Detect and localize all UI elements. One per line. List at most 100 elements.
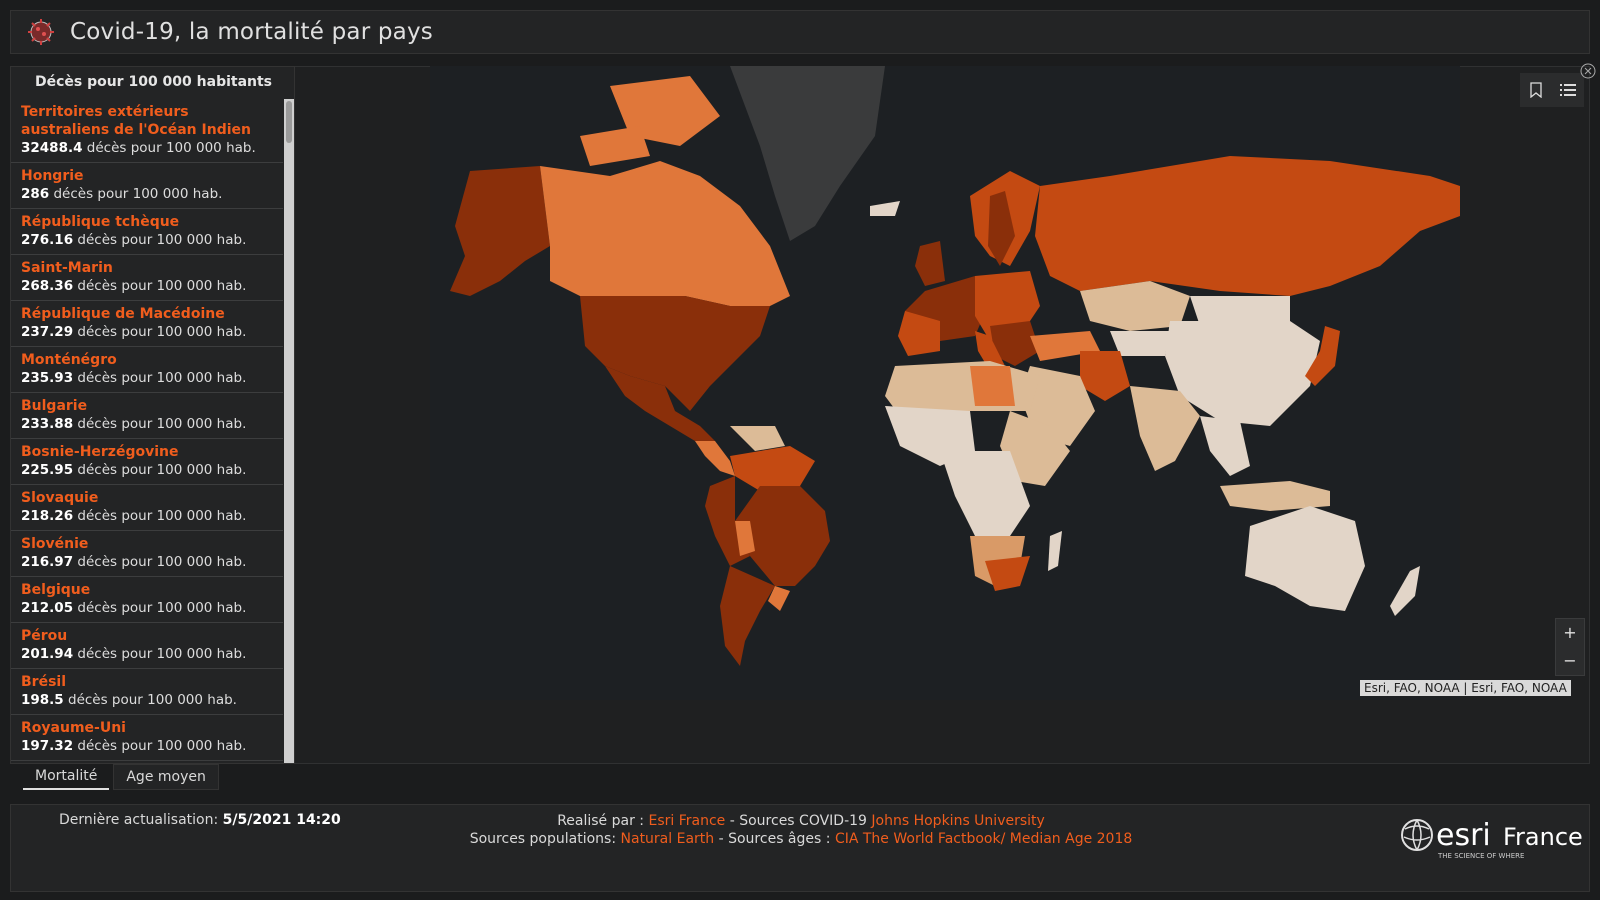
country-value: 225.95 décès pour 100 000 hab. bbox=[21, 461, 273, 479]
list-item[interactable]: Slovaquie 218.26 décès pour 100 000 hab. bbox=[11, 485, 283, 531]
value-number: 216.97 bbox=[21, 554, 74, 570]
value-number: 225.95 bbox=[21, 462, 74, 478]
natural-earth-link[interactable]: Natural Earth bbox=[621, 831, 715, 847]
value-number: 212.05 bbox=[21, 600, 74, 616]
value-unit: décès pour 100 000 hab. bbox=[73, 738, 247, 754]
value-unit: décès pour 100 000 hab. bbox=[73, 370, 247, 386]
value-number: 233.88 bbox=[21, 416, 74, 432]
sidebar-title: Décès pour 100 000 habitants bbox=[34, 74, 273, 90]
credit-age-label: - Sources âges : bbox=[714, 831, 831, 847]
list-item[interactable]: Saint-Marin 268.36 décès pour 100 000 hab… bbox=[11, 255, 283, 301]
map-attribution: Esri, FAO, NOAA | Esri, FAO, NOAA bbox=[1360, 680, 1571, 696]
list-item[interactable]: Bulgarie 233.88 décès pour 100 000 hab. bbox=[11, 393, 283, 439]
bookmark-button[interactable] bbox=[1520, 73, 1552, 107]
list-item[interactable]: République de Macédoine 237.29 décès pour… bbox=[11, 301, 283, 347]
country-value: 197.32 décès pour 100 000 hab. bbox=[21, 737, 273, 755]
logo-tagline: THE SCIENCE OF WHERE bbox=[1437, 852, 1524, 860]
list-item[interactable]: Bosnie-Herzégovine 225.95 décès pour 100 … bbox=[11, 439, 283, 485]
tab-mortalite[interactable]: Mortalité bbox=[23, 764, 110, 790]
logo-text: esri bbox=[1436, 818, 1491, 853]
country-name: Bosnie-Herzégovine bbox=[21, 444, 179, 460]
value-unit: décès pour 100 000 hab. bbox=[73, 554, 247, 570]
app-header: Covid-19, la mortalité par pays bbox=[10, 10, 1590, 54]
list-item[interactable]: République tchèque 276.16 décès pour 100 … bbox=[11, 209, 283, 255]
value-unit: décès pour 100 000 hab. bbox=[73, 416, 247, 432]
credit-made-by-label: Realisé par : bbox=[557, 813, 645, 829]
credit-covid-source-label: - Sources COVID-19 bbox=[725, 813, 867, 829]
list-item[interactable]: Territoires extérieurs australiens de l'… bbox=[11, 99, 283, 163]
list-item[interactable]: Royaume-Uni 197.32 décès pour 100 000 hab… bbox=[11, 715, 283, 761]
sidebar-scrollbar[interactable] bbox=[284, 99, 294, 763]
country-value: 201.94 décès pour 100 000 hab. bbox=[21, 645, 273, 663]
country-name: République de Macédoine bbox=[21, 306, 225, 322]
value-number: 268.36 bbox=[21, 278, 74, 294]
choropleth-map[interactable] bbox=[430, 66, 1460, 700]
country-value: 268.36 décès pour 100 000 hab. bbox=[21, 277, 273, 295]
value-number: 197.32 bbox=[21, 738, 74, 754]
value-unit: décès pour 100 000 hab. bbox=[73, 646, 247, 662]
zoom-out-button[interactable]: − bbox=[1556, 647, 1584, 675]
value-number: 286 bbox=[21, 186, 50, 202]
world-map[interactable] bbox=[430, 66, 1460, 700]
country-name: Royaume-Uni bbox=[21, 720, 126, 736]
list-item[interactable]: Hongrie 286 décès pour 100 000 hab. bbox=[11, 163, 283, 209]
country-value: 237.29 décès pour 100 000 hab. bbox=[21, 323, 273, 341]
country-name: Pérou bbox=[21, 628, 68, 644]
logo-country: France bbox=[1503, 823, 1583, 851]
value-unit: décès pour 100 000 hab. bbox=[73, 278, 247, 294]
map-tools bbox=[1520, 73, 1584, 107]
country-value: 218.26 décès pour 100 000 hab. bbox=[21, 507, 273, 525]
country-value: 212.05 décès pour 100 000 hab. bbox=[21, 599, 273, 617]
value-unit: décès pour 100 000 hab. bbox=[73, 232, 247, 248]
country-name: Territoires extérieurs australiens de l'… bbox=[21, 104, 251, 138]
value-number: 201.94 bbox=[21, 646, 74, 662]
value-number: 237.29 bbox=[21, 324, 74, 340]
list-item[interactable]: Pérou 201.94 décès pour 100 000 hab. bbox=[11, 623, 283, 669]
country-value: 198.5 décès pour 100 000 hab. bbox=[21, 691, 273, 709]
zoom-control: + − bbox=[1555, 618, 1585, 676]
scrollbar-thumb[interactable] bbox=[286, 101, 292, 143]
country-name: Monténégro bbox=[21, 352, 117, 368]
value-unit: décès pour 100 000 hab. bbox=[73, 508, 247, 524]
country-value: 286 décès pour 100 000 hab. bbox=[21, 185, 273, 203]
country-name: République tchèque bbox=[21, 214, 180, 230]
credit-population-label: Sources populations: bbox=[469, 831, 617, 847]
list-item[interactable]: Belgique 212.05 décès pour 100 000 hab. bbox=[11, 577, 283, 623]
value-unit: décès pour 100 000 hab. bbox=[49, 186, 223, 202]
country-name: Brésil bbox=[21, 674, 67, 690]
country-name: Bulgarie bbox=[21, 398, 88, 414]
value-number: 218.26 bbox=[21, 508, 74, 524]
value-unit: décès pour 100 000 hab. bbox=[73, 600, 247, 616]
value-unit: décès pour 100 000 hab. bbox=[73, 324, 247, 340]
country-name: Slovaquie bbox=[21, 490, 99, 506]
esri-france-logo: esri France THE SCIENCE OF WHERE bbox=[1401, 818, 1583, 860]
value-number: 276.16 bbox=[21, 232, 74, 248]
country-value: 233.88 décès pour 100 000 hab. bbox=[21, 415, 273, 433]
country-value: 235.93 décès pour 100 000 hab. bbox=[21, 369, 273, 387]
zoom-in-button[interactable]: + bbox=[1556, 619, 1584, 647]
country-name: Hongrie bbox=[21, 168, 84, 184]
list-item[interactable]: Monténégro 235.93 décès pour 100 000 hab. bbox=[11, 347, 283, 393]
country-name: Saint-Marin bbox=[21, 260, 113, 276]
ranking-sidebar: Décès pour 100 000 habitants Territoires… bbox=[10, 66, 295, 764]
value-number: 198.5 bbox=[21, 692, 64, 708]
country-value: 276.16 décès pour 100 000 hab. bbox=[21, 231, 273, 249]
value-number: 32488.4 bbox=[21, 140, 83, 156]
country-name: Belgique bbox=[21, 582, 91, 598]
value-unit: décès pour 100 000 hab. bbox=[63, 692, 237, 708]
esri-france-link[interactable]: Esri France bbox=[648, 813, 725, 829]
fullscreen-icon[interactable] bbox=[1580, 63, 1596, 79]
region-libya bbox=[970, 366, 1015, 406]
tab-age-moyen[interactable]: Age moyen bbox=[113, 764, 219, 790]
country-name: Slovénie bbox=[21, 536, 89, 552]
cia-factbook-link[interactable]: CIA The World Factbook/ Median Age 2018 bbox=[835, 831, 1132, 847]
credits: Realisé par : Esri France - Sources COVI… bbox=[11, 812, 1591, 848]
list-item[interactable]: Slovénie 216.97 décès pour 100 000 hab. bbox=[11, 531, 283, 577]
value-number: 235.93 bbox=[21, 370, 74, 386]
country-list[interactable]: Territoires extérieurs australiens de l'… bbox=[11, 99, 283, 763]
list-icon bbox=[1560, 84, 1576, 96]
country-value: 32488.4 décès pour 100 000 hab. bbox=[21, 139, 273, 157]
page-title: Covid-19, la mortalité par pays bbox=[70, 19, 433, 45]
jhu-link[interactable]: Johns Hopkins University bbox=[871, 813, 1044, 829]
list-item[interactable]: Brésil 198.5 décès pour 100 000 hab. bbox=[11, 669, 283, 715]
